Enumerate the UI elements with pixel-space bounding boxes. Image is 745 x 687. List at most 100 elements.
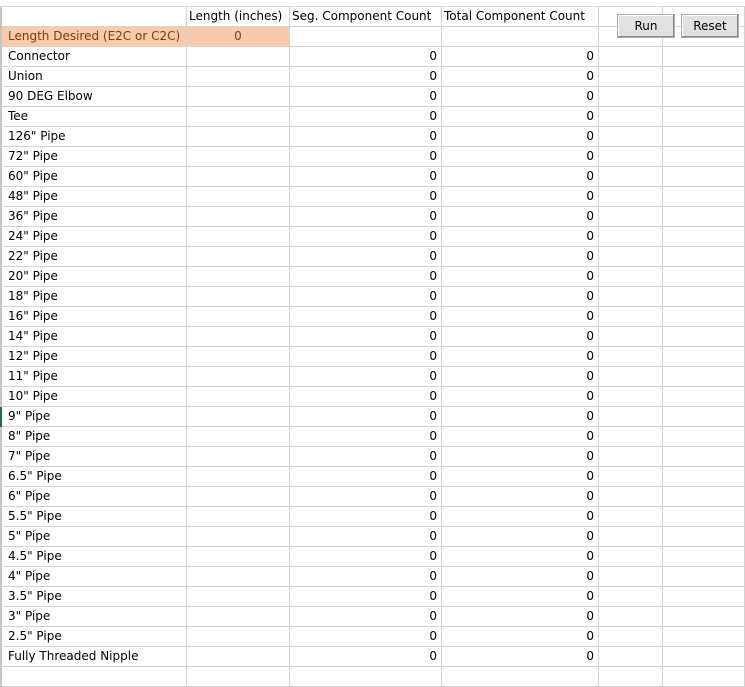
component-length-cell[interactable] <box>187 507 290 527</box>
component-seg-count[interactable]: 0 <box>290 247 442 267</box>
component-length-cell[interactable] <box>187 487 290 507</box>
component-length-cell[interactable] <box>187 307 290 327</box>
component-name[interactable]: 36" Pipe <box>0 207 187 227</box>
empty-cell[interactable] <box>663 407 745 427</box>
empty-cell[interactable] <box>663 147 745 167</box>
empty-cell[interactable] <box>599 467 663 487</box>
component-seg-count[interactable]: 0 <box>290 327 442 347</box>
component-name[interactable]: 20" Pipe <box>0 267 187 287</box>
component-length-cell[interactable] <box>187 387 290 407</box>
component-length-cell[interactable] <box>187 647 290 667</box>
component-length-cell[interactable] <box>187 227 290 247</box>
component-total-count[interactable]: 0 <box>442 627 599 647</box>
empty-cell[interactable] <box>663 647 745 667</box>
component-name[interactable]: 48" Pipe <box>0 187 187 207</box>
component-total-count[interactable]: 0 <box>442 247 599 267</box>
empty-cell[interactable] <box>663 447 745 467</box>
empty-cell[interactable] <box>663 587 745 607</box>
empty-cell[interactable] <box>599 207 663 227</box>
component-total-count[interactable]: 0 <box>442 567 599 587</box>
component-name[interactable]: 72" Pipe <box>0 147 187 167</box>
component-seg-count[interactable]: 0 <box>290 567 442 587</box>
component-total-count[interactable]: 0 <box>442 287 599 307</box>
empty-cell[interactable] <box>663 607 745 627</box>
component-seg-count[interactable]: 0 <box>290 427 442 447</box>
component-name[interactable]: 4.5" Pipe <box>0 547 187 567</box>
component-total-count[interactable]: 0 <box>442 67 599 87</box>
component-name[interactable]: 10" Pipe <box>0 387 187 407</box>
empty-cell[interactable] <box>663 127 745 147</box>
component-seg-count[interactable]: 0 <box>290 547 442 567</box>
component-length-cell[interactable] <box>187 107 290 127</box>
empty-cell[interactable] <box>290 667 442 687</box>
empty-cell[interactable] <box>599 47 663 67</box>
component-total-count[interactable]: 0 <box>442 107 599 127</box>
length-desired-input[interactable]: 0 <box>187 27 290 47</box>
empty-cell[interactable] <box>663 367 745 387</box>
component-seg-count[interactable]: 0 <box>290 267 442 287</box>
empty-cell[interactable] <box>599 167 663 187</box>
component-name[interactable]: 90 DEG Elbow <box>0 87 187 107</box>
empty-cell[interactable] <box>663 427 745 447</box>
header-total-count[interactable]: Total Component Count <box>442 7 599 27</box>
empty-cell[interactable] <box>663 627 745 647</box>
component-name[interactable]: 11" Pipe <box>0 367 187 387</box>
component-seg-count[interactable]: 0 <box>290 227 442 247</box>
component-total-count[interactable]: 0 <box>442 447 599 467</box>
component-name[interactable]: 6.5" Pipe <box>0 467 187 487</box>
empty-cell[interactable] <box>599 507 663 527</box>
component-total-count[interactable]: 0 <box>442 347 599 367</box>
empty-cell[interactable] <box>663 387 745 407</box>
component-length-cell[interactable] <box>187 567 290 587</box>
header-cell-blank[interactable] <box>0 7 187 27</box>
component-total-count[interactable]: 0 <box>442 527 599 547</box>
empty-cell[interactable] <box>663 487 745 507</box>
empty-cell[interactable] <box>187 667 290 687</box>
component-length-cell[interactable] <box>187 587 290 607</box>
empty-cell[interactable] <box>599 307 663 327</box>
empty-cell[interactable] <box>599 547 663 567</box>
empty-cell[interactable] <box>599 287 663 307</box>
component-total-count[interactable]: 0 <box>442 167 599 187</box>
component-seg-count[interactable]: 0 <box>290 287 442 307</box>
empty-cell[interactable] <box>599 267 663 287</box>
component-length-cell[interactable] <box>187 447 290 467</box>
empty-cell[interactable] <box>663 47 745 67</box>
empty-cell[interactable] <box>599 627 663 647</box>
header-length[interactable]: Length (inches) <box>187 7 290 27</box>
component-total-count[interactable]: 0 <box>442 467 599 487</box>
empty-cell[interactable] <box>663 267 745 287</box>
component-seg-count[interactable]: 0 <box>290 87 442 107</box>
component-total-count[interactable]: 0 <box>442 507 599 527</box>
empty-cell[interactable] <box>599 87 663 107</box>
component-name[interactable]: 60" Pipe <box>0 167 187 187</box>
component-length-cell[interactable] <box>187 267 290 287</box>
empty-cell[interactable] <box>663 307 745 327</box>
component-length-cell[interactable] <box>187 47 290 67</box>
component-total-count[interactable]: 0 <box>442 427 599 447</box>
component-seg-count[interactable]: 0 <box>290 587 442 607</box>
component-total-count[interactable]: 0 <box>442 207 599 227</box>
empty-cell[interactable] <box>663 207 745 227</box>
component-seg-count[interactable]: 0 <box>290 187 442 207</box>
component-seg-count[interactable]: 0 <box>290 307 442 327</box>
empty-cell[interactable] <box>599 187 663 207</box>
empty-cell[interactable] <box>599 67 663 87</box>
component-seg-count[interactable]: 0 <box>290 407 442 427</box>
component-total-count[interactable]: 0 <box>442 127 599 147</box>
component-length-cell[interactable] <box>187 207 290 227</box>
component-seg-count[interactable]: 0 <box>290 347 442 367</box>
component-seg-count[interactable]: 0 <box>290 47 442 67</box>
component-total-count[interactable]: 0 <box>442 607 599 627</box>
empty-cell[interactable] <box>663 287 745 307</box>
component-total-count[interactable]: 0 <box>442 367 599 387</box>
empty-cell[interactable] <box>599 367 663 387</box>
component-length-cell[interactable] <box>187 187 290 207</box>
empty-cell[interactable] <box>663 227 745 247</box>
component-length-cell[interactable] <box>187 147 290 167</box>
component-name[interactable]: 24" Pipe <box>0 227 187 247</box>
component-length-cell[interactable] <box>187 467 290 487</box>
component-seg-count[interactable]: 0 <box>290 507 442 527</box>
empty-cell[interactable] <box>599 327 663 347</box>
empty-cell[interactable] <box>599 227 663 247</box>
